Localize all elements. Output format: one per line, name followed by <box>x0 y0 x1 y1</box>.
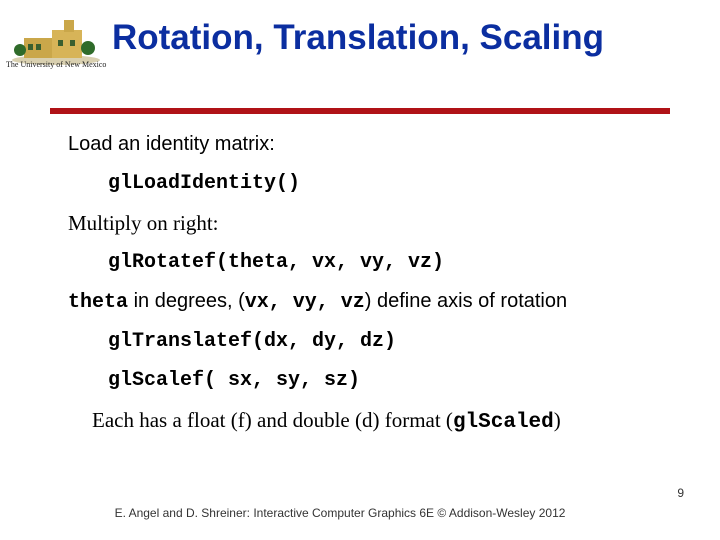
theta-text-mid: in degrees, ( <box>128 290 245 312</box>
code-scale: glScalef( sx, sy, sz) <box>108 368 690 393</box>
title-underline <box>50 108 670 114</box>
page-number: 9 <box>677 486 684 500</box>
theta-text-end: ) define axis of rotation <box>365 290 567 312</box>
note-code: glScaled <box>453 411 554 434</box>
line-multiply-intro: Multiply on right: <box>68 210 690 236</box>
university-name: The University of New Mexico <box>6 60 106 69</box>
footer-credit: E. Angel and D. Shreiner: Interactive Co… <box>70 506 610 522</box>
code-loadidentity: glLoadIdentity() <box>108 171 690 196</box>
line-theta: theta in degrees, (vx, vy, vz) define ax… <box>68 289 690 315</box>
slide: The University of New Mexico Rotation, T… <box>0 0 720 540</box>
line-note: Each has a float (f) and double (d) form… <box>92 407 690 436</box>
theta-keyword: theta <box>68 291 128 314</box>
building-icon <box>10 8 102 66</box>
theta-args: vx, vy, vz <box>245 291 365 314</box>
line-load-intro: Load an identity matrix: <box>68 132 690 157</box>
slide-title: Rotation, Translation, Scaling <box>112 18 604 58</box>
code-translate: glTranslatef(dx, dy, dz) <box>108 329 690 354</box>
code-rotate: glRotatef(theta, vx, vy, vz) <box>108 250 690 275</box>
slide-body: Load an identity matrix: glLoadIdentity(… <box>68 132 690 451</box>
university-logo <box>10 8 102 80</box>
note-post: ) <box>554 408 561 432</box>
note-pre: Each has a float (f) and double (d) form… <box>92 408 453 432</box>
